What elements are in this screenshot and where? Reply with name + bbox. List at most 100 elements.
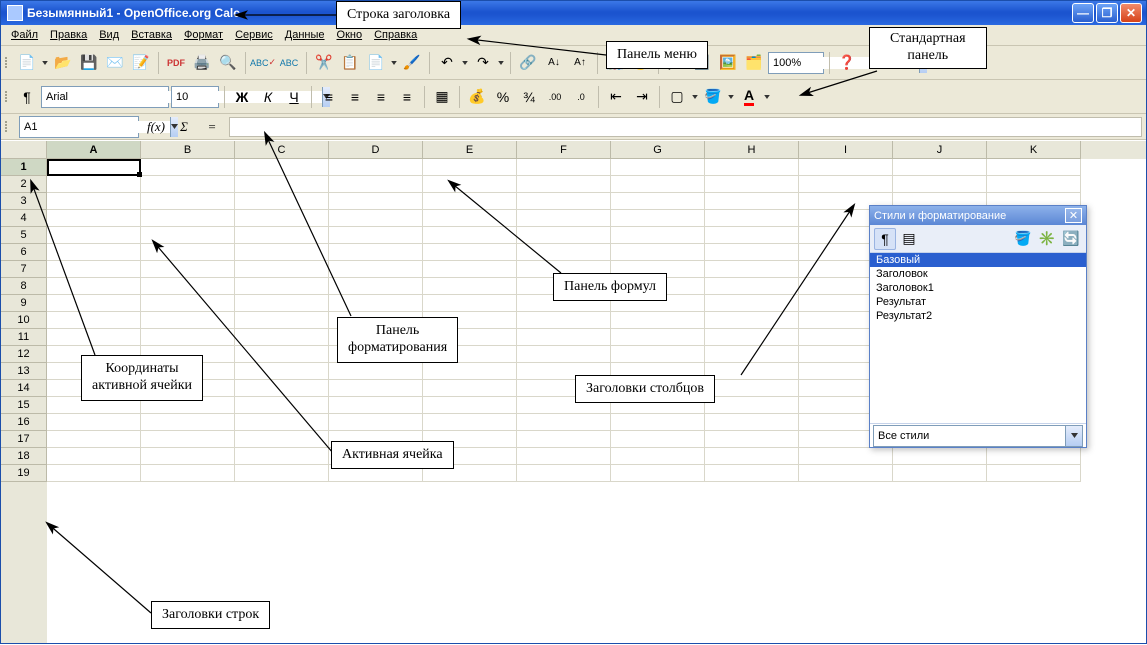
cell[interactable] — [705, 414, 799, 431]
cell[interactable] — [329, 414, 423, 431]
cell[interactable] — [611, 346, 705, 363]
cell[interactable] — [423, 227, 517, 244]
cell[interactable] — [423, 363, 517, 380]
column-header[interactable]: J — [893, 141, 987, 159]
cell[interactable] — [329, 159, 423, 176]
cell[interactable] — [517, 414, 611, 431]
name-box[interactable] — [19, 116, 139, 138]
cell[interactable] — [517, 448, 611, 465]
cell[interactable] — [47, 431, 141, 448]
row-header[interactable]: 3 — [1, 193, 47, 210]
align-center-icon[interactable]: ≡ — [343, 85, 367, 109]
cell[interactable] — [423, 210, 517, 227]
row-header[interactable]: 13 — [1, 363, 47, 380]
spellcheck-icon[interactable]: ABC✓ — [251, 51, 275, 75]
cell[interactable] — [329, 363, 423, 380]
cell[interactable] — [141, 465, 235, 482]
add-decimal-icon[interactable]: .00 — [543, 85, 567, 109]
close-icon[interactable]: ✕ — [1065, 208, 1082, 223]
style-item[interactable]: Результат2 — [870, 309, 1086, 323]
borders-icon[interactable]: ▢ — [665, 85, 689, 109]
cell[interactable] — [705, 244, 799, 261]
cell[interactable] — [47, 465, 141, 482]
formula-input[interactable] — [229, 117, 1142, 137]
cell[interactable] — [517, 431, 611, 448]
cell[interactable] — [893, 448, 987, 465]
row-header[interactable]: 18 — [1, 448, 47, 465]
cell[interactable] — [423, 278, 517, 295]
edit-doc-icon[interactable]: 📝 — [129, 51, 153, 75]
column-header[interactable]: A — [47, 141, 141, 159]
cell[interactable] — [893, 465, 987, 482]
column-header[interactable]: F — [517, 141, 611, 159]
cell[interactable] — [329, 210, 423, 227]
preview-icon[interactable]: 🔍 — [216, 51, 240, 75]
copy-icon[interactable]: 📋 — [338, 51, 362, 75]
menu-format[interactable]: Формат — [178, 27, 229, 43]
cell[interactable] — [705, 227, 799, 244]
cell[interactable] — [141, 278, 235, 295]
cell[interactable] — [47, 176, 141, 193]
row-header[interactable]: 16 — [1, 414, 47, 431]
cell[interactable] — [611, 465, 705, 482]
currency-icon[interactable]: 💰 — [465, 85, 489, 109]
styles-icon[interactable]: 🗂️ — [742, 51, 766, 75]
cell[interactable] — [799, 176, 893, 193]
cell[interactable] — [517, 193, 611, 210]
menu-window[interactable]: Окно — [331, 27, 369, 43]
underline-icon[interactable]: Ч — [282, 85, 306, 109]
cell[interactable] — [329, 397, 423, 414]
row-header[interactable]: 10 — [1, 312, 47, 329]
menu-tools[interactable]: Сервис — [229, 27, 279, 43]
menu-help[interactable]: Справка — [368, 27, 423, 43]
cell[interactable] — [141, 193, 235, 210]
cell[interactable] — [141, 159, 235, 176]
row-header[interactable]: 1 — [1, 159, 47, 176]
cell[interactable] — [517, 176, 611, 193]
cell[interactable] — [235, 193, 329, 210]
styles-dialog-icon[interactable]: ¶ — [15, 85, 39, 109]
cell[interactable] — [705, 295, 799, 312]
column-header[interactable]: D — [329, 141, 423, 159]
cell[interactable] — [705, 312, 799, 329]
sum-icon[interactable]: Σ — [173, 117, 195, 137]
fill-format-icon[interactable]: 🪣 — [1012, 228, 1034, 250]
cell[interactable] — [329, 193, 423, 210]
column-header[interactable]: E — [423, 141, 517, 159]
active-cell[interactable] — [47, 159, 141, 176]
cell[interactable] — [329, 278, 423, 295]
dropdown-icon[interactable] — [461, 51, 469, 75]
row-header[interactable]: 14 — [1, 380, 47, 397]
cell[interactable] — [329, 176, 423, 193]
dropdown-icon[interactable] — [727, 85, 735, 109]
row-header[interactable]: 8 — [1, 278, 47, 295]
style-item[interactable]: Результат — [870, 295, 1086, 309]
cell[interactable] — [423, 295, 517, 312]
cell[interactable] — [329, 261, 423, 278]
menu-file[interactable]: Файл — [5, 27, 44, 43]
cell[interactable] — [517, 312, 611, 329]
format-paint-icon[interactable]: 🖌️ — [400, 51, 424, 75]
cell[interactable] — [423, 414, 517, 431]
align-left-icon[interactable]: ≡ — [317, 85, 341, 109]
update-style-icon[interactable]: 🔄 — [1060, 228, 1082, 250]
cell[interactable] — [47, 193, 141, 210]
font-input[interactable] — [42, 91, 192, 103]
cell[interactable] — [423, 193, 517, 210]
cell[interactable] — [517, 244, 611, 261]
new-style-icon[interactable]: ✳️ — [1036, 228, 1058, 250]
cell[interactable] — [611, 414, 705, 431]
page-styles-icon[interactable]: ▤ — [898, 228, 920, 250]
cell[interactable] — [611, 227, 705, 244]
column-header[interactable]: C — [235, 141, 329, 159]
cell[interactable] — [235, 397, 329, 414]
cell[interactable] — [611, 193, 705, 210]
cell[interactable] — [47, 210, 141, 227]
cell[interactable] — [517, 210, 611, 227]
cell[interactable] — [235, 227, 329, 244]
dropdown-icon[interactable] — [497, 51, 505, 75]
column-header[interactable]: G — [611, 141, 705, 159]
cell[interactable] — [235, 210, 329, 227]
cell[interactable] — [141, 176, 235, 193]
remove-decimal-icon[interactable]: .0 — [569, 85, 593, 109]
